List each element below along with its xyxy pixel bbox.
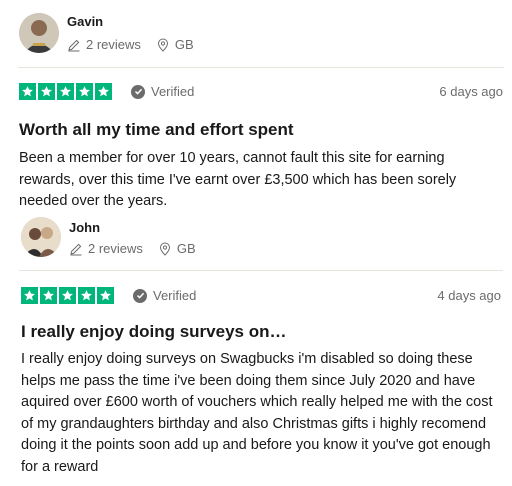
review-body: I really enjoy doing surveys on Swagbuck…	[21, 351, 493, 475]
country-code: GB	[176, 241, 196, 256]
review-title[interactable]: I really enjoy doing surveys on…	[21, 322, 286, 342]
star-icon	[78, 287, 95, 304]
star-icon	[40, 287, 57, 304]
review-date: 4 days ago	[437, 288, 501, 303]
pencil-icon	[70, 243, 82, 255]
verified-badge[interactable]: Verified	[133, 288, 196, 303]
avatar[interactable]	[21, 217, 61, 257]
verified-label: Verified	[153, 288, 197, 303]
divider	[19, 270, 503, 271]
review-card: John 2 reviews GB Verified 4 days ago I …	[0, 0, 512, 486]
verified-check-icon	[133, 288, 147, 303]
reviews-count: 2 reviews	[88, 241, 143, 256]
reviewer-name[interactable]: John	[69, 220, 100, 235]
star-icon	[21, 287, 38, 304]
star-icon	[97, 287, 114, 304]
star-icon	[59, 287, 76, 304]
location-pin-icon	[159, 242, 170, 256]
star-rating	[21, 287, 114, 304]
reviewer-meta: 2 reviews GB	[69, 241, 196, 256]
